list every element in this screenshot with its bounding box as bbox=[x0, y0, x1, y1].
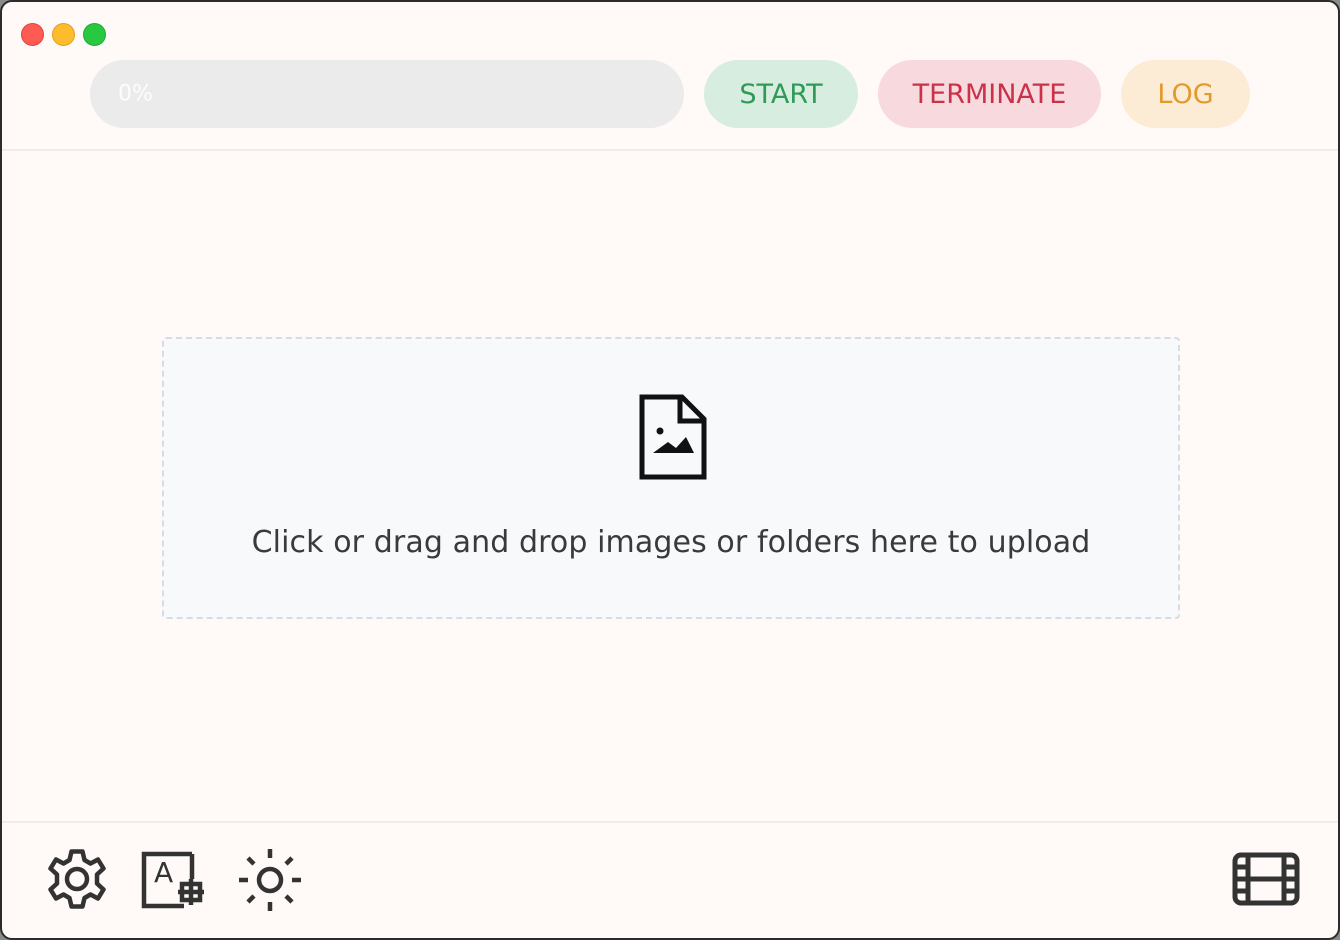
toolbar: 0% START TERMINATE LOG bbox=[90, 60, 1250, 128]
toolbar-divider bbox=[2, 149, 1338, 151]
start-button[interactable]: START bbox=[704, 60, 858, 128]
maximize-window-button[interactable] bbox=[83, 23, 106, 46]
window-controls bbox=[21, 23, 106, 46]
upload-dropzone[interactable]: Click or drag and drop images or folders… bbox=[162, 337, 1180, 619]
progress-bar: 0% bbox=[90, 60, 684, 128]
brightness-icon[interactable] bbox=[238, 848, 302, 912]
film-icon[interactable] bbox=[1232, 852, 1300, 906]
svg-text:A: A bbox=[154, 856, 173, 889]
close-window-button[interactable] bbox=[21, 23, 44, 46]
image-file-icon bbox=[639, 394, 707, 480]
gear-icon[interactable] bbox=[46, 847, 108, 911]
dropzone-instructions: Click or drag and drop images or folders… bbox=[251, 525, 1091, 560]
progress-text: 0% bbox=[118, 81, 153, 107]
text-add-icon[interactable]: A bbox=[140, 851, 208, 911]
app-window: 0% START TERMINATE LOG Click or drag and… bbox=[0, 0, 1340, 940]
minimize-window-button[interactable] bbox=[52, 23, 75, 46]
bottom-divider bbox=[2, 821, 1338, 823]
terminate-button[interactable]: TERMINATE bbox=[878, 60, 1101, 128]
log-button[interactable]: LOG bbox=[1121, 60, 1250, 128]
